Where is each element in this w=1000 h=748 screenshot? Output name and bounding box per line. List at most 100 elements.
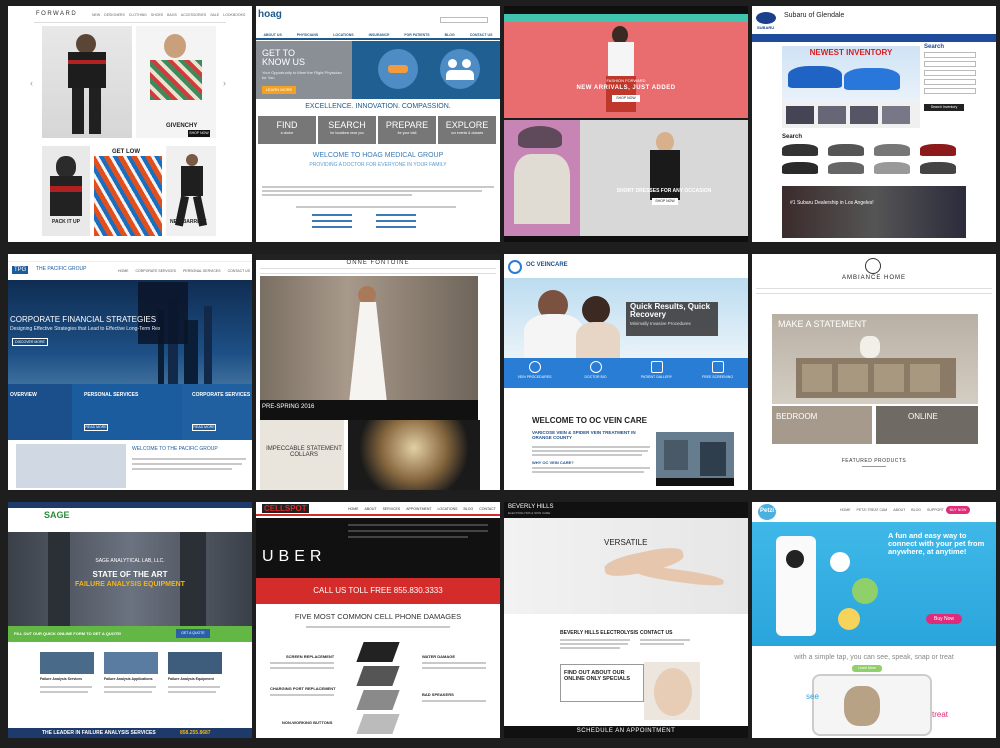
- hoag-nav-item[interactable]: BLOG: [445, 32, 455, 38]
- sage-card-title[interactable]: Failure Analysis Equipment: [168, 677, 224, 681]
- hoag-nav-item[interactable]: PHYSICIANS: [297, 32, 318, 38]
- petzi-buy-now-button[interactable]: BUY NOW: [946, 506, 970, 514]
- subaru-search-select[interactable]: [924, 70, 976, 76]
- hoag-box-find[interactable]: FIND a doctor: [258, 116, 316, 144]
- pacific-col-personal: PERSONAL SERVICES: [84, 392, 139, 398]
- forward-hero-left-photo: [42, 26, 132, 138]
- subaru-search-select[interactable]: [924, 79, 976, 85]
- ambiance-nav: [756, 288, 992, 294]
- hoag-box-explore[interactable]: EXPLORE our events & classes: [438, 116, 496, 144]
- chevron-left-icon[interactable]: ‹: [30, 78, 33, 88]
- hoag-nav-item[interactable]: FOR PATIENTS: [404, 32, 429, 38]
- petzi-learn-more-button[interactable]: Learn More: [852, 665, 882, 672]
- ocvein-feature[interactable]: FREE SCREENING: [693, 358, 743, 388]
- cellspot-exploded-phone: [346, 642, 410, 738]
- ocvein-logo[interactable]: OC VEINCARE: [526, 262, 568, 268]
- hoag-nav-item[interactable]: INSURANCE: [369, 32, 390, 38]
- fashion-shop-now-button[interactable]: SHOP NOW: [612, 95, 640, 102]
- hoag-nav-item[interactable]: ABOUT US: [264, 32, 282, 38]
- forward-nav-item[interactable]: ACCESSORIES: [181, 13, 206, 17]
- onne-logo[interactable]: ONNE FONTOINE: [256, 260, 500, 266]
- pacific-hero-sub: Designing Effective Strategies that Lead…: [10, 326, 160, 332]
- petzi-nav-item[interactable]: PETZI TREAT CAM: [857, 508, 888, 512]
- tile-petzi: Petzi HOME PETZI TREAT CAM ABOUT BLOG SU…: [752, 502, 996, 738]
- forward-nav-item[interactable]: NEW: [92, 13, 100, 17]
- beverly-appointment[interactable]: SCHEDULE AN APPOINTMENT: [504, 728, 748, 734]
- pacific-nav-item[interactable]: CONTACT US: [228, 269, 250, 273]
- pacific-read-more-button[interactable]: READ MORE: [84, 424, 108, 431]
- pacific-nav-item[interactable]: PERSONAL SERVICES: [183, 269, 221, 273]
- forward-shop-now-button[interactable]: SHOP NOW: [188, 130, 210, 137]
- hoag-hero-sub: Your Opportunity to Meet the Right Physi…: [262, 70, 342, 80]
- ambiance-logo[interactable]: AMBIANCE HOME: [752, 275, 996, 281]
- pacific-read-more-button[interactable]: READ MORE: [192, 424, 216, 431]
- pacific-discover-button[interactable]: DISCOVER MORE: [12, 338, 48, 346]
- cellspot-nav-item[interactable]: APPOINTMENT: [406, 507, 431, 511]
- petzi-nav-item[interactable]: BLOG: [911, 508, 921, 512]
- cellspot-nav-item[interactable]: CONTACT: [479, 507, 496, 511]
- onne-season: PRE-SPRING 2016: [262, 404, 315, 410]
- hoag-search-input[interactable]: [440, 17, 488, 23]
- subaru-search-select[interactable]: [924, 88, 976, 94]
- forward-nav-item[interactable]: SHOES: [151, 13, 163, 17]
- forward-nav-item[interactable]: LOOKBOOKS: [223, 13, 245, 17]
- forward-get-low: GET LOW: [112, 149, 140, 155]
- pacific-logo-mark[interactable]: TPG: [12, 266, 29, 274]
- ocvein-feature[interactable]: PATIENT GALLERY: [632, 358, 682, 388]
- pacific-col-corporate: CORPORATE SERVICES: [192, 392, 251, 398]
- cellspot-nav-item[interactable]: LOCATIONS: [437, 507, 457, 511]
- petzi-nav-item[interactable]: ABOUT: [893, 508, 905, 512]
- forward-nav-item[interactable]: DESIGNERS: [104, 13, 125, 17]
- subaru-search-select[interactable]: [924, 52, 976, 58]
- beverly-logo[interactable]: BEVERLY HILLS: [508, 504, 553, 510]
- hoag-learn-more-button[interactable]: LEARN MORE: [262, 86, 296, 94]
- hoag-nav-item[interactable]: LOCATIONS: [333, 32, 353, 38]
- petzi-hero-buy-button[interactable]: Buy Now: [926, 614, 962, 624]
- pacific-nav-item[interactable]: CORPORATE SERVICES: [136, 269, 177, 273]
- forward-nav-item[interactable]: BAGS: [167, 13, 177, 17]
- cellspot-nav-item[interactable]: SERVICES: [383, 507, 401, 511]
- cellspot-nav-item[interactable]: ABOUT: [365, 507, 377, 511]
- hoag-nav-item[interactable]: CONTACT US: [470, 32, 493, 38]
- petzi-simple-tap: with a simple tap, you can see, speak, s…: [794, 654, 954, 661]
- cellspot-nav-item[interactable]: HOME: [348, 507, 359, 511]
- pacific-logo-text[interactable]: THE PACIFIC GROUP: [36, 266, 86, 272]
- petzi-logo[interactable]: Petzi: [760, 508, 774, 514]
- hoag-box-search[interactable]: SEARCH for locations near you: [318, 116, 376, 144]
- forward-nav-item[interactable]: SALE: [210, 13, 219, 17]
- petzi-hero-text: A fun and easy way to connect with your …: [888, 531, 985, 556]
- forward-nav-item[interactable]: CLOTHING: [129, 13, 147, 17]
- cellspot-nav-item[interactable]: BLOG: [463, 507, 473, 511]
- cellspot-call[interactable]: CALL US TOLL FREE 855.830.3333: [256, 586, 500, 595]
- petzi-nav-item[interactable]: SUPPORT: [927, 508, 944, 512]
- tile-subaru: SUBARU Subaru of Glendale NEWEST INVENTO…: [752, 6, 996, 242]
- subaru-search-select[interactable]: [924, 61, 976, 67]
- hoag-logo[interactable]: hoag: [258, 9, 282, 20]
- sage-card-title[interactable]: Failure Analysis Services: [40, 677, 96, 681]
- sage-phone[interactable]: 858.255.8687: [180, 730, 211, 736]
- cellspot-logo[interactable]: CELLSPOT: [262, 504, 309, 513]
- ocvein-feature[interactable]: DOCTOR BIO: [571, 358, 621, 388]
- ambiance-featured: FEATURED PRODUCTS: [841, 458, 907, 464]
- ambiance-bedroom: BEDROOM: [776, 412, 818, 421]
- pacific-nav-item[interactable]: HOME: [118, 269, 129, 273]
- sage-card-title[interactable]: Failure Analysis Applications: [104, 677, 160, 681]
- ocvein-feature[interactable]: VEIN PROCEDURES: [510, 358, 560, 388]
- ocvein-logo-icon[interactable]: [508, 260, 522, 274]
- hoag-box-prepare[interactable]: PREPARE for your visit: [378, 116, 436, 144]
- sage-quote-button[interactable]: GET A QUOTE: [176, 629, 210, 638]
- ocvein-video[interactable]: [656, 432, 734, 486]
- forward-logo[interactable]: FORWARD: [36, 11, 77, 17]
- sage-logo[interactable]: SAGE: [44, 510, 70, 520]
- ambiance-logo-icon[interactable]: [865, 258, 881, 274]
- petzi-nav-item[interactable]: HOME: [840, 508, 851, 512]
- subaru-search-button[interactable]: Search Inventory: [924, 104, 964, 111]
- cellspot-item: CHARGING PORT REPLACEMENT: [270, 686, 336, 691]
- tile-cellspot: CELLSPOT HOME ABOUT SERVICES APPOINTMENT…: [256, 502, 500, 738]
- subaru-logo-icon[interactable]: [756, 12, 776, 24]
- subaru-search-heading: Search: [782, 134, 803, 140]
- chevron-right-icon[interactable]: ›: [223, 78, 226, 88]
- subaru-dealer-name[interactable]: Subaru of Glendale: [784, 12, 844, 19]
- sage-footer: THE LEADER IN FAILURE ANALYSIS SERVICES: [42, 730, 156, 736]
- fashion-shop-now-button-2[interactable]: SHOP NOW: [652, 198, 678, 205]
